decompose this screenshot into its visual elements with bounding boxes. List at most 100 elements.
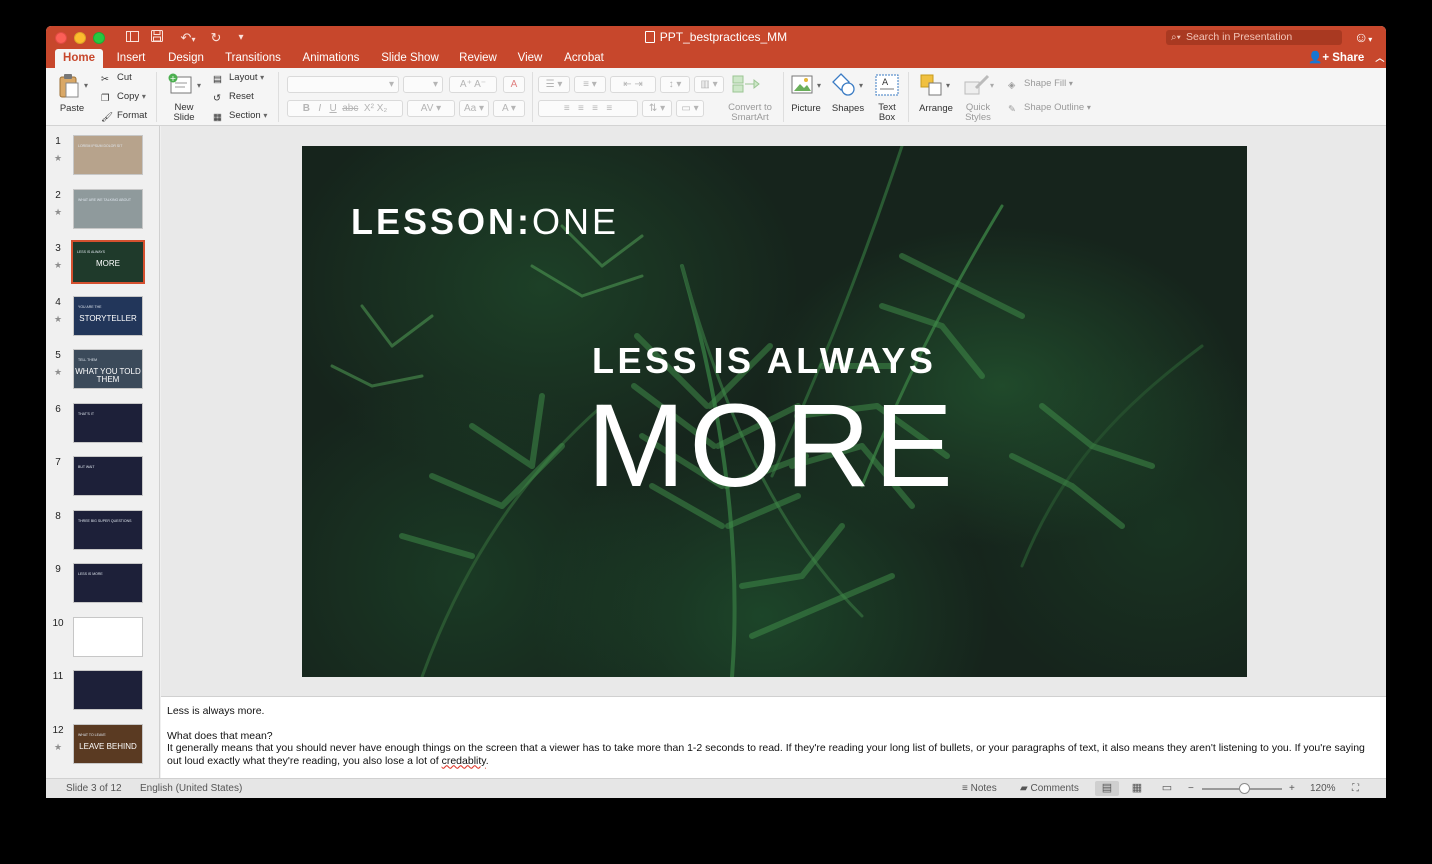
new-slide-label[interactable]: New Slide <box>164 103 204 123</box>
slide-sorter-icon[interactable]: ▦ <box>1125 781 1149 796</box>
new-slide-icon[interactable]: + <box>168 73 194 100</box>
paste-dropdown-icon[interactable]: ▾ <box>84 81 88 91</box>
slide-thumbnail-6[interactable]: THAT'S IT <box>73 402 143 443</box>
text-box-icon[interactable]: A <box>875 74 899 99</box>
copy-dropdown-icon[interactable]: ▾ <box>142 92 146 101</box>
feedback-smiley-icon[interactable]: ☺▾ <box>1354 29 1372 48</box>
font-style-buttons[interactable]: B I U abc X² X₂ <box>287 100 403 117</box>
shapes-icon[interactable] <box>832 73 858 100</box>
text-direction-icon[interactable]: ⇅ ▾ <box>642 100 672 117</box>
tab-acrobat[interactable]: Acrobat <box>558 49 610 68</box>
format-painter-button[interactable]: 🖌 Format <box>101 110 147 123</box>
convert-smartart-label[interactable]: Convert to SmartArt <box>722 103 778 123</box>
columns-icon[interactable]: ▥ ▾ <box>694 76 724 93</box>
speaker-notes-pane[interactable]: Less is always more. What does that mean… <box>161 696 1386 778</box>
arrange-label[interactable]: Arrange <box>914 104 958 114</box>
slide-thumbnail-5[interactable]: TELL THEM WHAT YOU TOLD THEM <box>73 349 143 389</box>
slide-title-line2[interactable]: MORE <box>587 386 957 506</box>
zoom-window-button[interactable] <box>93 32 105 44</box>
font-family-select[interactable]: ▾ <box>287 76 399 93</box>
fit-to-window-icon[interactable]: ⛶ <box>1352 779 1359 798</box>
notes-toggle-button[interactable]: ≡ Notes <box>962 779 997 798</box>
copy-button[interactable]: ❐ Copy ▾ <box>101 91 146 104</box>
normal-view-icon[interactable]: ▤ <box>1095 781 1119 796</box>
font-grow-shrink-buttons[interactable]: A⁺ A⁻ <box>449 76 497 93</box>
arrange-icon[interactable] <box>920 74 944 99</box>
slide-lesson-heading[interactable]: LESSON:ONE <box>351 202 619 242</box>
tab-home[interactable]: Home <box>55 49 103 68</box>
slide-thumbnail-1[interactable]: LOREM IPSUM DOLOR SIT <box>73 135 143 175</box>
slide-thumbnail-4[interactable]: YOU ARE THE STORYTELLER <box>73 295 143 336</box>
clear-formatting-icon[interactable]: A <box>503 76 525 93</box>
zoom-out-icon[interactable]: − <box>1188 779 1194 798</box>
redo-icon[interactable]: ↻ <box>208 30 224 46</box>
slide-thumbnail-pane[interactable]: 1 ★ LOREM IPSUM DOLOR SIT 2 ★ WHAT ARE WE TAL… <box>46 126 160 778</box>
minimize-window-button[interactable] <box>74 32 86 44</box>
search-input[interactable]: ⌕▾ Search in Presentation <box>1166 30 1342 45</box>
cut-button[interactable]: ✂ Cut <box>101 72 132 85</box>
sidebar-toggle-icon[interactable] <box>124 30 140 46</box>
save-icon[interactable] <box>149 30 165 46</box>
undo-icon[interactable]: ↶▾ <box>174 30 202 46</box>
collapse-ribbon-icon[interactable]: ︿ <box>1375 53 1384 63</box>
tab-view[interactable]: View <box>512 49 548 68</box>
share-button[interactable]: 👤+ Share ︿ <box>1308 49 1384 68</box>
font-color-icon[interactable]: A ▾ <box>493 100 525 117</box>
picture-dropdown-icon[interactable]: ▾ <box>817 81 821 91</box>
shapes-dropdown-icon[interactable]: ▾ <box>859 81 863 91</box>
indent-buttons-icon[interactable]: ⇤ ⇥ <box>610 76 656 93</box>
shape-outline-button[interactable]: ✎ Shape Outline ▾ <box>1008 102 1091 115</box>
zoom-level[interactable]: 120% <box>1310 779 1336 798</box>
shape-fill-button[interactable]: ◈ Shape Fill ▾ <box>1008 78 1073 91</box>
line-spacing-icon[interactable]: ↕ ▾ <box>660 76 690 93</box>
quick-styles-dropdown-icon[interactable]: ▾ <box>990 81 994 91</box>
current-slide[interactable]: LESSON:ONE LESS IS ALWAYS MORE <box>302 146 1247 677</box>
quick-styles-icon[interactable] <box>964 74 990 99</box>
slide-thumbnail-8[interactable]: THREE BIG SUPER QUESTIONS <box>73 509 143 550</box>
smartart-icon[interactable] <box>732 75 760 96</box>
slide-thumbnail-2[interactable]: WHAT ARE WE TALKING ABOUT <box>73 188 143 229</box>
slide-canvas-area[interactable]: LESSON:ONE LESS IS ALWAYS MORE <box>161 126 1386 696</box>
text-box-label[interactable]: Text Box <box>872 103 902 123</box>
tab-animations[interactable]: Animations <box>296 49 366 68</box>
reset-button[interactable]: ↺ Reset <box>213 91 254 104</box>
paste-label[interactable]: Paste <box>56 104 88 114</box>
alignment-buttons-icon[interactable]: ≡ ≡ ≡ ≡ <box>538 100 638 117</box>
tab-transitions[interactable]: Transitions <box>219 49 287 68</box>
slide-thumbnail-11[interactable] <box>73 670 143 710</box>
layout-button[interactable]: ▤ Layout ▾ <box>213 72 264 85</box>
new-slide-dropdown-icon[interactable]: ▾ <box>197 81 201 91</box>
arrange-dropdown-icon[interactable]: ▾ <box>946 81 950 91</box>
align-text-icon[interactable]: ▭ ▾ <box>676 100 704 117</box>
picture-label[interactable]: Picture <box>786 104 826 114</box>
change-case-icon[interactable]: Aa ▾ <box>459 100 489 117</box>
character-spacing-icon[interactable]: AV ▾ <box>407 100 455 117</box>
zoom-slider-handle[interactable] <box>1239 783 1250 794</box>
animation-star-icon: ★ <box>54 153 63 163</box>
bullets-icon[interactable]: ☰ ▾ <box>538 76 570 93</box>
numbering-icon[interactable]: ≡ ▾ <box>574 76 606 93</box>
reading-view-icon[interactable]: ▭ <box>1155 781 1179 796</box>
paste-icon[interactable] <box>58 73 80 102</box>
picture-icon[interactable] <box>791 75 815 98</box>
tab-design[interactable]: Design <box>162 49 210 68</box>
section-button[interactable]: ▦ Section ▾ <box>213 110 267 123</box>
slide-thumbnail-3[interactable]: LESS IS ALWAYS MORE <box>71 240 145 284</box>
quick-styles-label[interactable]: Quick Styles <box>956 103 1000 123</box>
slide-thumbnail-7[interactable]: BUT WAIT <box>73 456 143 496</box>
tab-review[interactable]: Review <box>454 49 502 68</box>
slide-thumbnail-12[interactable]: WHAT TO LEAVE LEAVE BEHIND <box>73 723 143 764</box>
font-size-select[interactable]: ▾ <box>403 76 443 93</box>
misspelled-word[interactable]: credablity <box>442 755 486 767</box>
slide-thumbnail-10[interactable] <box>73 616 143 657</box>
slide-title-line1[interactable]: LESS IS ALWAYS <box>592 341 936 381</box>
language-indicator[interactable]: English (United States) <box>140 779 242 798</box>
comments-toggle-button[interactable]: ▰ Comments <box>1020 779 1079 798</box>
tab-insert[interactable]: Insert <box>110 49 152 68</box>
shapes-label[interactable]: Shapes <box>828 104 868 114</box>
slide-thumbnail-9[interactable]: LESS IS MORE <box>73 563 143 603</box>
tab-slide-show[interactable]: Slide Show <box>376 49 444 68</box>
close-window-button[interactable] <box>55 32 67 44</box>
customize-toolbar-icon[interactable]: ▾ <box>234 30 248 46</box>
zoom-in-icon[interactable]: + <box>1289 779 1295 798</box>
